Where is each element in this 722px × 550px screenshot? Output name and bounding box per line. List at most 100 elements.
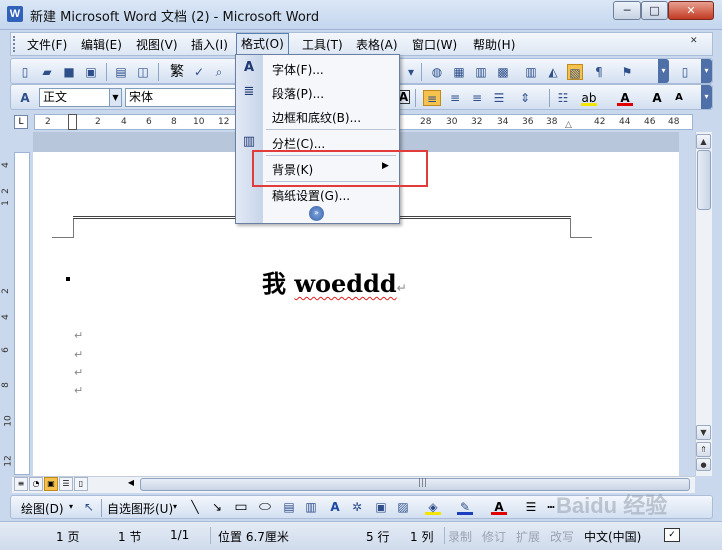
rectangle-icon[interactable]: ▭	[233, 499, 249, 515]
autoshapes-menu[interactable]: 自选图形(U)	[107, 500, 173, 517]
menu-file[interactable]: 文件(F)	[23, 36, 71, 54]
diagram-icon[interactable]: ✲	[349, 499, 365, 515]
align-left-icon[interactable]: ≡	[423, 90, 441, 106]
tables-borders-icon[interactable]: ▦	[451, 64, 467, 80]
document-heading[interactable]: 我 woeddd↵	[262, 264, 407, 299]
autoshapes-arrow-icon[interactable]: ▾	[173, 502, 177, 511]
insert-excel-icon[interactable]: ▩	[495, 64, 511, 80]
save-icon[interactable]: ■	[61, 64, 77, 80]
draw-menu-arrow-icon[interactable]: ▾	[69, 502, 73, 511]
vertical-textbox-icon[interactable]: ▥	[303, 499, 319, 515]
toolbar-options-button-3[interactable]: ▾	[701, 85, 712, 109]
shrink-font-icon[interactable]: A	[671, 90, 687, 106]
menu-tools[interactable]: 工具(T)	[298, 36, 347, 54]
document-map-icon[interactable]: ▧	[567, 64, 583, 80]
align-right-icon[interactable]: ≡	[469, 90, 485, 106]
research-icon[interactable]: ⌕	[211, 64, 227, 80]
arrow-icon[interactable]: ↘	[209, 499, 225, 515]
styles-formatting-icon[interactable]: A	[17, 90, 33, 106]
menuitem-manuscript-settings[interactable]: 稿纸设置(G)...	[272, 187, 350, 204]
maximize-button[interactable]: □	[641, 1, 668, 20]
menu-view[interactable]: 视图(V)	[132, 36, 182, 54]
layout-icon[interactable]: ▯	[677, 64, 693, 80]
status-separator	[210, 527, 211, 544]
line-style-icon[interactable]: ☰	[523, 499, 539, 515]
picture-icon[interactable]: ▨	[395, 499, 411, 515]
menuitem-borders-shading[interactable]: 边框和底纹(B)...	[272, 109, 361, 126]
style-combo-arrow[interactable]: ▼	[109, 88, 122, 107]
scroll-down-button[interactable]: ▼	[696, 425, 711, 440]
traditional-chinese-icon[interactable]: 繁	[167, 64, 187, 80]
scroll-left-icon[interactable]: ◀	[124, 477, 138, 491]
select-browse-object-button[interactable]: ●	[696, 458, 711, 471]
font-color-icon[interactable]: A	[617, 90, 633, 106]
reading-view-icon[interactable]: ▯	[74, 477, 88, 491]
line-color-icon[interactable]: ✎	[457, 499, 473, 515]
hyperlink-icon[interactable]: ◍	[429, 64, 445, 80]
justify-icon[interactable]: ☰	[491, 90, 507, 106]
grow-font-icon[interactable]: A	[649, 90, 665, 106]
right-indent-marker[interactable]: △	[565, 120, 572, 130]
line-spacing-icon[interactable]: ⇕	[517, 90, 533, 106]
dropdown-arrow-icon[interactable]: ▾	[403, 64, 419, 80]
print-layout-icon[interactable]: ▣	[44, 477, 58, 491]
status-extend[interactable]: 扩展	[516, 528, 540, 545]
ruler-number: 2	[95, 117, 101, 127]
status-record[interactable]: 录制	[448, 528, 472, 545]
status-overtype[interactable]: 改写	[550, 528, 574, 545]
print-icon[interactable]: ▤	[113, 64, 129, 80]
menu-edit[interactable]: 编辑(E)	[77, 36, 126, 54]
status-revisions[interactable]: 修订	[482, 528, 506, 545]
vertical-scroll-thumb[interactable]	[697, 150, 711, 210]
menu-insert[interactable]: 插入(I)	[187, 36, 232, 54]
fill-color-icon[interactable]: ◈	[425, 499, 441, 515]
font-color-draw-icon[interactable]: A	[491, 499, 507, 515]
normal-view-icon[interactable]: ≡	[14, 477, 28, 491]
textbox-icon[interactable]: ▤	[281, 499, 297, 515]
permission-icon[interactable]: ▣	[83, 64, 99, 80]
columns-icon[interactable]: ▥	[523, 64, 539, 80]
menuitem-paragraph[interactable]: 段落(P)...	[272, 85, 324, 102]
outline-view-icon[interactable]: ☰	[59, 477, 73, 491]
scroll-up-button[interactable]: ▲	[696, 134, 711, 149]
vertical-ruler[interactable]	[14, 152, 30, 475]
tab-selector[interactable]: L	[14, 115, 28, 129]
print-preview-icon[interactable]: ◫	[135, 64, 151, 80]
close-document-icon[interactable]: ✕	[690, 36, 698, 46]
previous-page-button[interactable]: ⇑	[696, 442, 711, 457]
new-document-icon[interactable]: ▯	[17, 64, 33, 80]
line-icon[interactable]: ╲	[187, 499, 203, 515]
font-combo[interactable]: 宋体	[125, 88, 237, 107]
word-app-icon[interactable]: W	[7, 6, 23, 22]
select-objects-icon[interactable]: ↖	[81, 499, 97, 515]
spelling-icon[interactable]: ✓	[191, 64, 207, 80]
show-hide-icon[interactable]: ¶	[591, 64, 607, 80]
indent-marker[interactable]	[68, 114, 77, 130]
drawing-icon[interactable]: ◭	[545, 64, 561, 80]
numbering-icon[interactable]: ☷	[555, 90, 571, 106]
close-button[interactable]: ✕	[668, 1, 714, 20]
minimize-button[interactable]: ─	[613, 1, 641, 20]
menuitem-font[interactable]: 字体(F)...	[272, 61, 324, 78]
menu-table[interactable]: 表格(A)	[352, 36, 402, 54]
menu-window[interactable]: 窗口(W)	[408, 36, 461, 54]
menubar-grip[interactable]	[13, 36, 16, 52]
spelling-status-icon[interactable]: ✓	[664, 528, 680, 542]
toolbar-options-button[interactable]: ▾	[658, 59, 669, 83]
wordart-icon[interactable]: A	[327, 499, 343, 515]
menu-help[interactable]: 帮助(H)	[469, 36, 519, 54]
open-icon[interactable]: ▰	[39, 64, 55, 80]
insert-table-icon[interactable]: ▥	[473, 64, 489, 80]
menu-format[interactable]: 格式(O)	[236, 33, 289, 55]
toolbar-options-button-2[interactable]: ▾	[701, 59, 712, 83]
align-center-icon[interactable]: ≡	[447, 90, 463, 106]
highlight-icon[interactable]: ab	[581, 90, 597, 106]
oval-icon[interactable]: ⬭	[257, 499, 273, 515]
ruler-number: 2	[45, 117, 51, 127]
expand-menu-icon[interactable]: »	[309, 206, 324, 221]
ruler-number: 2	[0, 188, 11, 194]
clipart-icon[interactable]: ▣	[373, 499, 389, 515]
draw-menu[interactable]: 绘图(D)	[21, 500, 64, 517]
read-icon[interactable]: ⚑	[619, 64, 635, 80]
web-view-icon[interactable]: ◔	[29, 477, 43, 491]
